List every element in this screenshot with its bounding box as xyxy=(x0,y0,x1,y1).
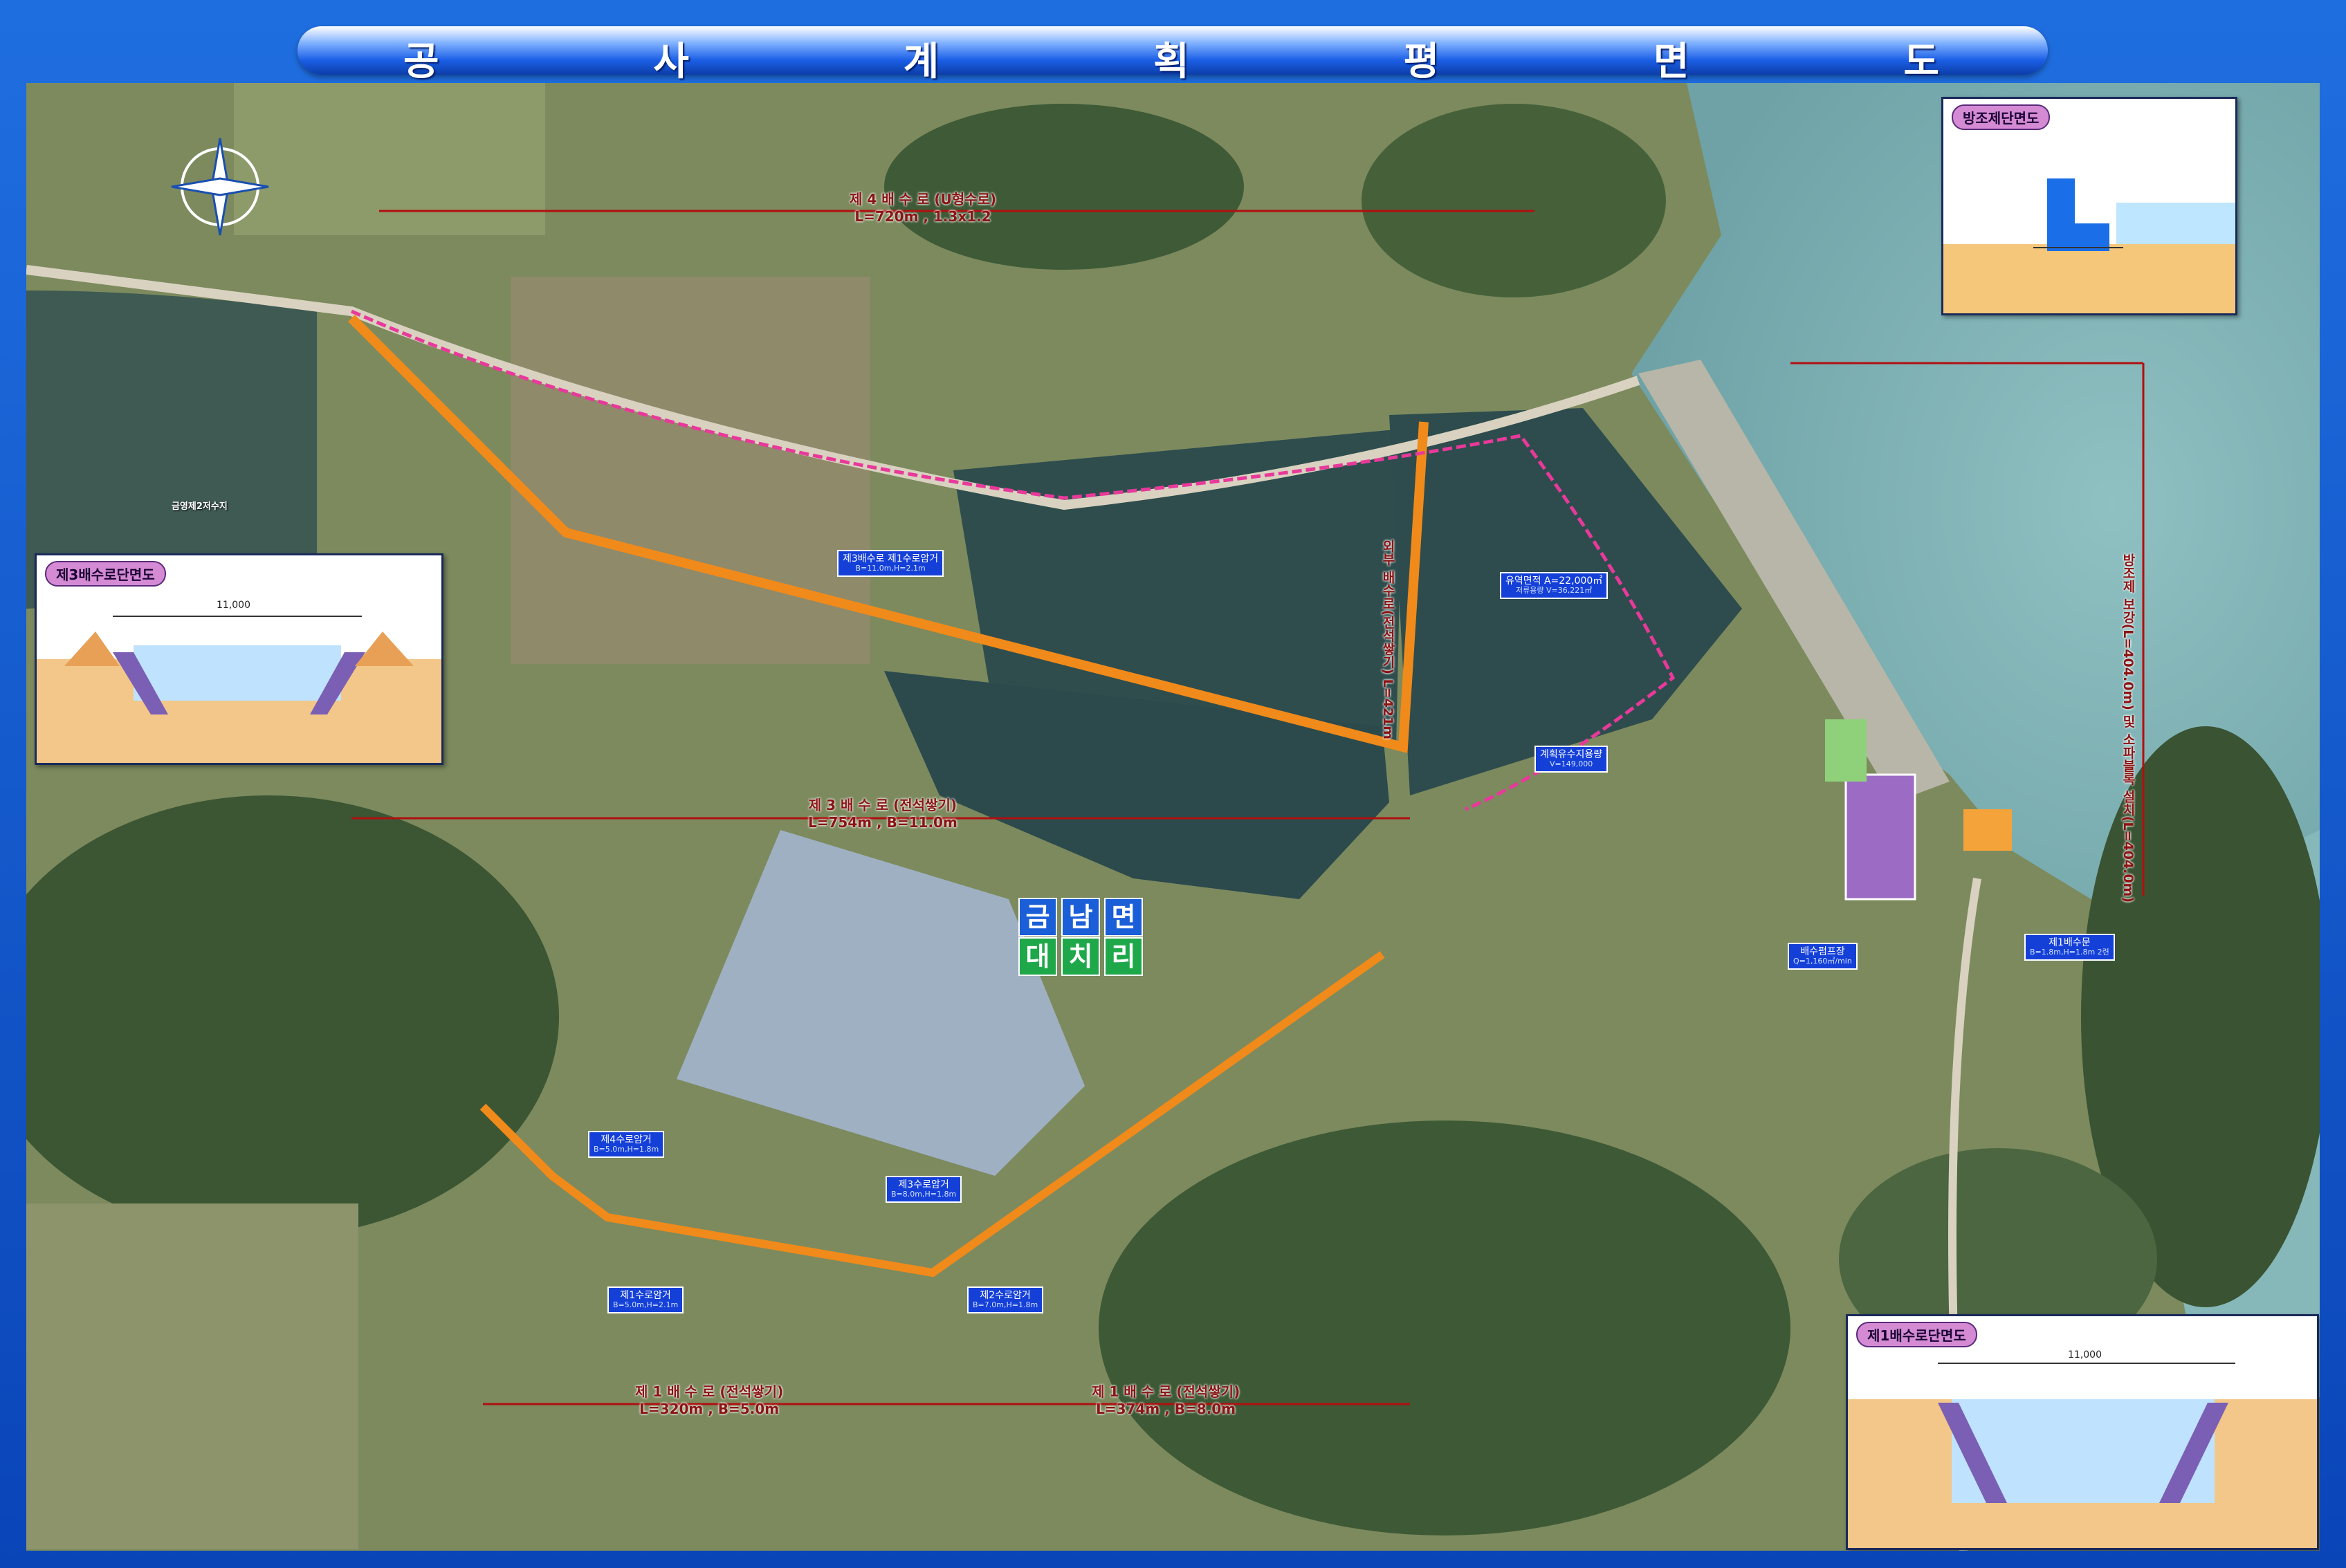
place-myeon: 금남면 xyxy=(1018,898,1143,937)
ch1-section-drawing xyxy=(1848,1363,2317,1548)
catchment-label[interactable]: 유역면적 A=22,000㎡ 저류용량 V=36,221㎥ xyxy=(1500,572,1609,599)
culvert-1-label[interactable]: 제1수로암거 B=5.0m,H=2.1m xyxy=(607,1286,684,1313)
dim-seawall-vertical: 방조제 보강(L=404.0m) 및 소파블록 설치(L=404.0m) xyxy=(2120,553,2136,903)
aerial-map[interactable]: 금영제2저수지 제 4 배 수 로 (U형수로) L=720m , 1.3x1.2… xyxy=(26,83,2320,1551)
inset-ch1-section[interactable]: 제1배수로단면도 11,000 xyxy=(1846,1314,2319,1550)
culvert-4-label[interactable]: 제4수로암거 B=5.0m,H=1.8m xyxy=(588,1131,665,1158)
ch3-section-drawing xyxy=(37,616,441,763)
inset-seawall-section[interactable]: 방조제단면도 xyxy=(1941,97,2237,315)
place-ri: 대치리 xyxy=(1018,937,1143,976)
reservoir-capacity-label[interactable]: 계획유수지용량 V=149,000 xyxy=(1534,746,1609,773)
farmland xyxy=(234,83,545,235)
dim-channel-4: 제 4 배 수 로 (U형수로) L=720m , 1.3x1.2 xyxy=(850,191,997,225)
farmland xyxy=(511,277,870,664)
hill xyxy=(1362,104,1666,297)
dim-channel-3: 제 3 배 수 로 (전석쌓기) L=754m , B=11.0m xyxy=(808,797,957,831)
ch3-culvert-label[interactable]: 제3배수로 제1수로암거 B=11.0m,H=2.1m xyxy=(837,550,944,577)
pump-yard xyxy=(1825,719,1867,782)
culvert-2-label[interactable]: 제2수로암거 B=7.0m,H=1.8m xyxy=(967,1286,1044,1313)
farmland xyxy=(26,1203,358,1549)
inset-ch3-section[interactable]: 제3배수로단면도 11,000 xyxy=(35,553,443,765)
pump-station-label[interactable]: 배수펌프장 Q=1,160㎥/min xyxy=(1788,943,1858,970)
hill xyxy=(884,104,1244,270)
dim-channel-1b: 제 1 배 수 로 (전석쌓기) L=374m , B=8.0m xyxy=(1092,1383,1240,1417)
map-frame: 공사계획평면도 금영제2저수지 제 4 배 수 로 (U형수로) L=720m … xyxy=(0,0,2346,1568)
title-banner: 공사계획평면도 xyxy=(297,26,2048,84)
culvert-3-label[interactable]: 제3수로암거 B=8.0m,H=1.8m xyxy=(886,1176,962,1203)
page-title: 공사계획평면도 xyxy=(403,39,1942,84)
dim-inner-vertical: 외부 배수로(전석쌓기) L=421m xyxy=(1380,539,1395,740)
hill xyxy=(1099,1120,1790,1535)
dim-channel-1a: 제 1 배 수 로 (전석쌓기) L=320m , B=5.0m xyxy=(635,1383,784,1417)
reservoir-name: 금영제2저수지 xyxy=(172,501,228,512)
seawall-section-drawing xyxy=(1943,178,2235,313)
gate-1-label[interactable]: 제1배수문 B=1.8m,H=1.8m 2련 xyxy=(2024,934,2115,961)
pump-station xyxy=(1844,773,1916,901)
gate-area xyxy=(1963,809,2012,851)
